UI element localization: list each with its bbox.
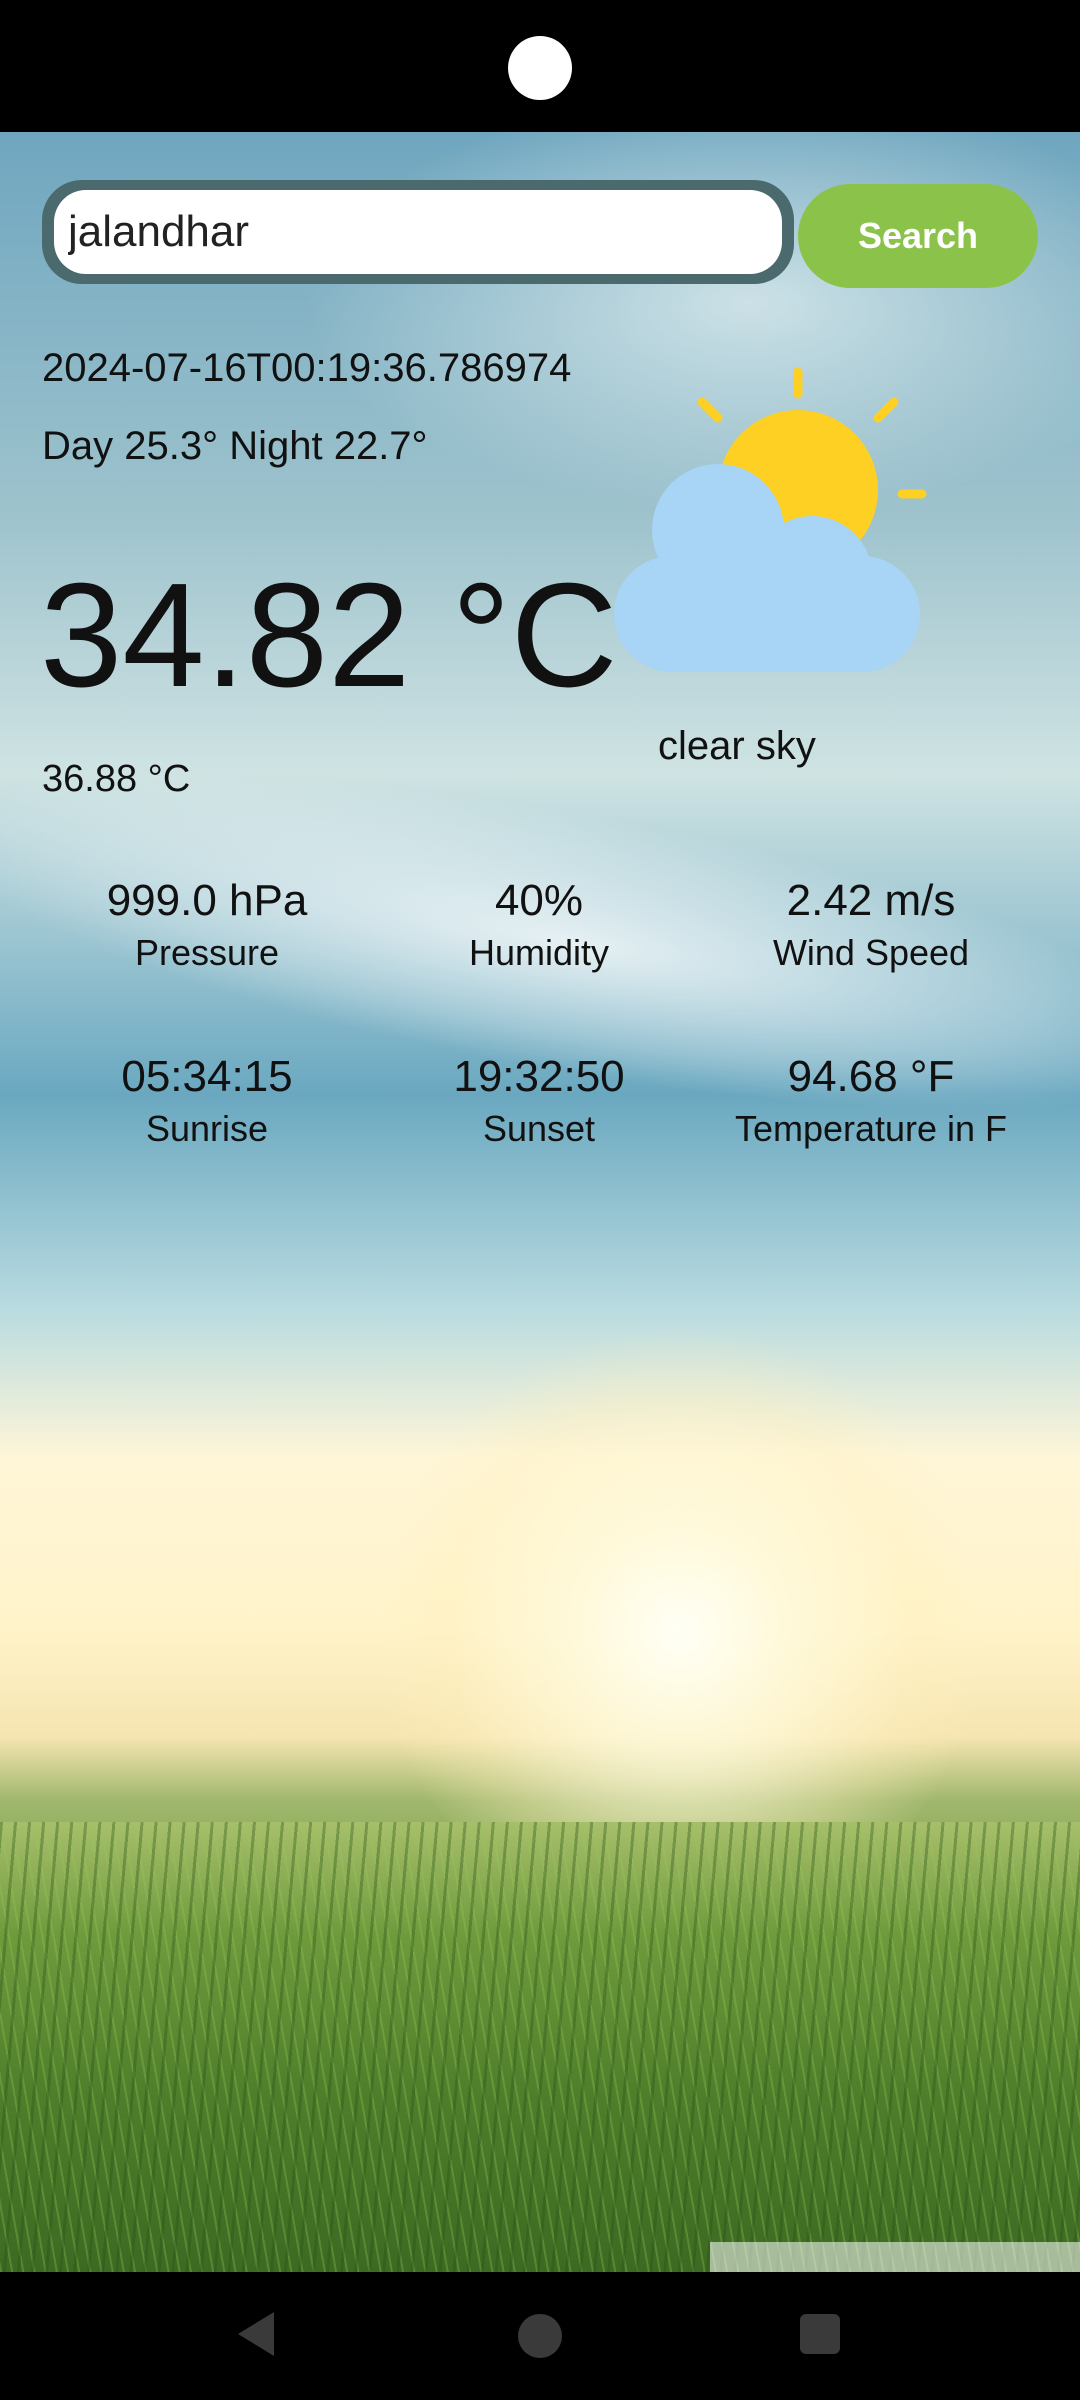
stat-value: 40% — [494, 876, 584, 925]
stat-pressure: 999.0 hPa Pressure — [42, 876, 372, 974]
home-icon[interactable] — [518, 2314, 562, 2358]
stat-value: 05:34:15 — [121, 1052, 293, 1101]
stat-sunset: 19:32:50 Sunset — [374, 1052, 704, 1150]
stat-wind-speed: 2.42 m/s Wind Speed — [706, 876, 1036, 974]
stat-humidity: 40% Humidity — [374, 876, 704, 974]
stat-label: Humidity — [468, 932, 610, 973]
day-night-temps: Day 25.3° Night 22.7° — [42, 424, 428, 468]
navigation-bar — [0, 2272, 1080, 2400]
stat-label: Pressure — [134, 932, 280, 973]
stat-value: 2.42 m/s — [786, 876, 956, 925]
search-button[interactable]: Search — [798, 184, 1038, 288]
search-input[interactable] — [54, 190, 782, 274]
datetime: 2024-07-16T00:19:36.786974 — [42, 346, 572, 390]
partly-cloudy-icon — [614, 367, 927, 672]
stat-value: 94.68 °F — [787, 1052, 955, 1101]
search-box — [42, 180, 794, 284]
phone-frame: Search 2024-07-16T00:19:36.786974 Day 25… — [0, 0, 1080, 2400]
feels-like-temperature: 36.88 °C — [42, 758, 191, 800]
camera-cutout — [508, 36, 572, 100]
stat-label: Sunset — [482, 1108, 596, 1149]
stat-sunrise: 05:34:15 Sunrise — [42, 1052, 372, 1150]
stat-label: Wind Speed — [772, 932, 970, 973]
back-icon[interactable] — [238, 2312, 274, 2356]
weather-screen: Search 2024-07-16T00:19:36.786974 Day 25… — [0, 132, 1080, 2272]
background-grass — [0, 1822, 1080, 2272]
weather-condition: clear sky — [658, 724, 816, 768]
stat-value: 19:32:50 — [453, 1052, 625, 1101]
stat-label: Sunrise — [145, 1108, 269, 1149]
status-bar — [0, 0, 1080, 132]
stat-value: 999.0 hPa — [106, 876, 308, 925]
background-watermark — [710, 2242, 1080, 2272]
recents-icon[interactable] — [800, 2314, 840, 2354]
stat-label: Temperature in F — [734, 1108, 1008, 1149]
current-temperature: 34.82 °C — [40, 553, 618, 718]
stat-temperature-f: 94.68 °F Temperature in F — [706, 1052, 1036, 1150]
